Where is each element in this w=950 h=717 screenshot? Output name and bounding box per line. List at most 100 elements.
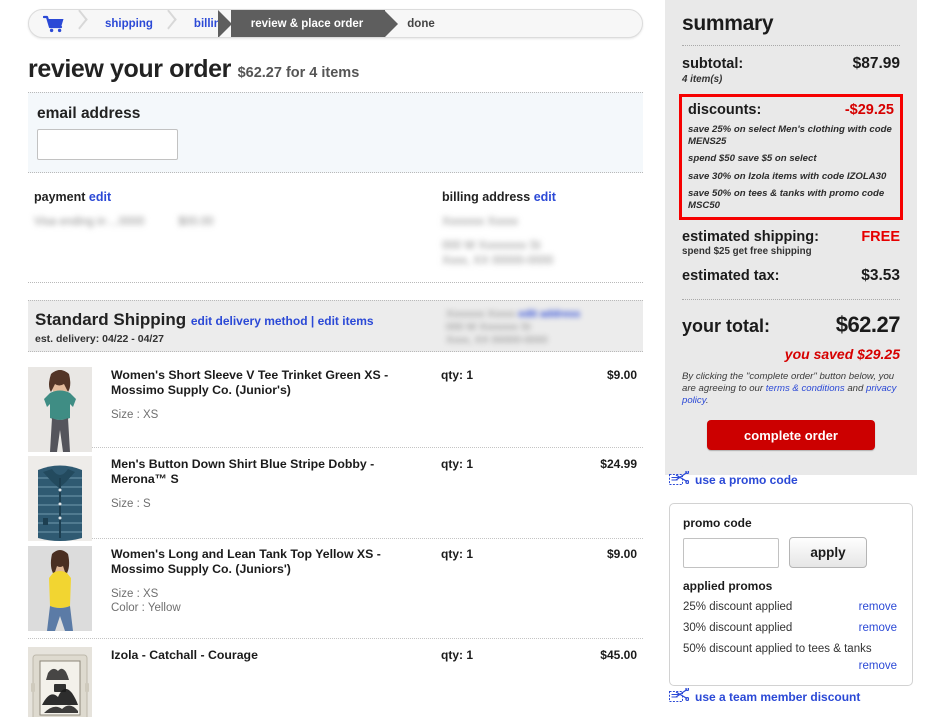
- list-item: remove 30% discount applied: [683, 621, 899, 635]
- use-a-team-member-discount-link[interactable]: use a team member discount: [669, 687, 861, 706]
- free-shipping-note: spend $25 get free shipping: [682, 246, 812, 257]
- breadcrumb-chevron-icon: [73, 10, 87, 37]
- terms-and-conditions-link[interactable]: terms & conditions: [766, 383, 845, 394]
- email-input[interactable]: [37, 129, 178, 160]
- payment-amount-masked: $00.00: [178, 216, 214, 228]
- remove-promo-link[interactable]: remove: [859, 659, 897, 673]
- billing-line1-masked: 000 W Xxxxxxxx St: [442, 240, 541, 252]
- item-price: $9.00: [606, 368, 637, 382]
- discounts-label: discounts:: [688, 102, 762, 118]
- divider: [682, 45, 900, 46]
- discounts-row: discounts: -$29.25: [688, 102, 894, 118]
- discount-description: spend $50 save $5 on select: [688, 153, 817, 164]
- shopping-cart-icon[interactable]: [29, 15, 73, 33]
- edit-delivery-method-link[interactable]: edit delivery method: [191, 314, 308, 328]
- discounts-value: -$29.25: [844, 102, 894, 118]
- discount-description: save 50% on tees & tanks with promo code…: [688, 188, 885, 211]
- item-attributes: Size : XS: [111, 408, 158, 422]
- billing-address-heading: billing address edit: [442, 190, 556, 204]
- applied-promo-text: 50% discount applied to tees & tanks: [683, 643, 872, 655]
- remove-promo-link[interactable]: remove: [859, 621, 897, 635]
- estimated-tax-value: $3.53: [861, 267, 900, 284]
- breadcrumb-chevron-icon: [162, 10, 176, 37]
- link-separator: |: [310, 314, 315, 328]
- item-name: Men's Button Down Shirt Blue Stripe Dobb…: [111, 457, 375, 486]
- applied-promo-text: 30% discount applied: [683, 622, 793, 634]
- edit-items-link[interactable]: edit items: [318, 314, 374, 328]
- applied-promos-heading: applied promos: [683, 579, 773, 593]
- breadcrumb-step-shipping[interactable]: shipping: [87, 10, 162, 37]
- payment-details-redacted: Visa ending in ...0000 $00.00: [34, 215, 214, 230]
- apply-promo-button[interactable]: apply: [789, 537, 867, 568]
- item-attributes: Size : XS Color : Yellow: [111, 587, 181, 615]
- table-row: Izola - Catchall - Courage qty: 1 $45.00: [28, 640, 643, 717]
- legal-text-mid: and: [844, 383, 867, 394]
- womens-green-v-tee-thumbnail: [28, 367, 92, 452]
- use-a-promo-code-link[interactable]: use a promo code: [669, 470, 798, 489]
- checkout-review-page: shipping billing review & place order do…: [0, 0, 950, 717]
- billing-address-redacted: Xxxxxxx Xxxxx 000 W Xxxxxxxx St Xxxx, XX…: [442, 215, 556, 269]
- payment-card-masked: Visa ending in ...0000: [34, 216, 145, 228]
- use-a-team-member-discount-label: use a team member discount: [695, 690, 861, 704]
- page-title-main: review your order: [28, 55, 232, 83]
- page-title: review your order $62.27 for 4 items: [28, 55, 359, 84]
- page-title-subtitle: $62.27 for 4 items: [237, 65, 360, 81]
- shipping-edit-links: edit delivery method | edit items: [191, 314, 374, 328]
- breadcrumb-step-done: done: [385, 10, 443, 37]
- order-total-value: $62.27: [835, 312, 901, 337]
- billing-address-edit-link[interactable]: edit: [534, 190, 556, 204]
- item-name: Izola - Catchall - Courage: [111, 648, 258, 662]
- checkout-breadcrumb: shipping billing review & place order do…: [28, 9, 643, 38]
- billing-address-label: billing address: [442, 190, 531, 204]
- item-price: $45.00: [600, 648, 637, 662]
- womens-yellow-tank-thumbnail: [28, 546, 92, 631]
- shipping-method-title: Standard Shipping edit delivery method |…: [35, 310, 374, 330]
- shipping-address-redacted: Xxxxxxx Xxxxx edit address 000 W Xxxxxxx…: [446, 308, 580, 347]
- item-quantity: qty: 1: [441, 648, 474, 662]
- order-summary-column: summary subtotal: $87.99 4 item(s) disco…: [665, 0, 950, 717]
- item-attribute: Size : XS: [111, 588, 159, 600]
- izola-catchall-courage-thumbnail: [28, 647, 92, 717]
- order-total-label: your total:: [682, 316, 770, 336]
- subtotal-row: subtotal: $87.99: [682, 55, 900, 73]
- item-attribute: Size : XS: [111, 409, 159, 421]
- applied-promo-text: 25% discount applied: [683, 601, 793, 613]
- list-item: remove 25% discount applied: [683, 600, 899, 614]
- promo-code-label: promo code: [683, 516, 752, 530]
- item-attributes: Size : S: [111, 497, 151, 511]
- shipping-name-masked: Xxxxxxx Xxxxx: [446, 308, 516, 320]
- email-address-label: email address: [37, 105, 141, 122]
- complete-order-button[interactable]: complete order: [707, 420, 875, 450]
- subtotal-value: $87.99: [852, 55, 900, 72]
- item-price: $24.99: [600, 457, 637, 471]
- item-quantity: qty: 1: [441, 547, 474, 561]
- coupon-scissors-icon: [669, 687, 690, 706]
- item-count-note: 4 item(s): [682, 74, 723, 85]
- breadcrumb-step-review-and-place-order[interactable]: review & place order: [217, 10, 398, 37]
- order-review-column: shipping billing review & place order do…: [0, 0, 661, 717]
- estimated-tax-label: estimated tax:: [682, 268, 780, 284]
- payment-heading: payment edit: [34, 190, 214, 204]
- list-item: 50% discount applied to tees & tanks rem…: [683, 642, 899, 672]
- order-summary-card: summary subtotal: $87.99 4 item(s) disco…: [665, 0, 917, 475]
- estimated-shipping-label: estimated shipping:: [682, 229, 819, 245]
- summary-title: summary: [682, 12, 774, 35]
- breadcrumb-step-label: done: [407, 17, 435, 30]
- edit-shipping-address-link[interactable]: edit address: [518, 308, 580, 320]
- you-saved-row: you saved $29.25: [682, 346, 900, 362]
- estimated-shipping-value: FREE: [861, 229, 900, 245]
- item-name: Women's Short Sleeve V Tee Trinket Green…: [111, 368, 389, 397]
- discount-description: save 30% on Izola items with code IZOLA3…: [688, 170, 887, 182]
- subtotal-label: subtotal:: [682, 56, 744, 72]
- promo-code-entry-row: apply: [683, 537, 899, 568]
- order-total-row: your total: $62.27: [682, 312, 901, 338]
- payment-edit-link[interactable]: edit: [89, 190, 111, 204]
- item-name: Women's Long and Lean Tank Top Yellow XS…: [111, 547, 381, 576]
- item-quantity: qty: 1: [441, 368, 474, 382]
- breadcrumb-step-label: shipping: [105, 17, 153, 30]
- remove-promo-link[interactable]: remove: [859, 600, 897, 614]
- promo-code-input[interactable]: [683, 537, 779, 568]
- discount-description: save 25% on select Men's clothing with c…: [688, 124, 892, 147]
- item-attribute: Size : S: [111, 498, 151, 510]
- estimated-tax-row: estimated tax: $3.53: [682, 267, 900, 285]
